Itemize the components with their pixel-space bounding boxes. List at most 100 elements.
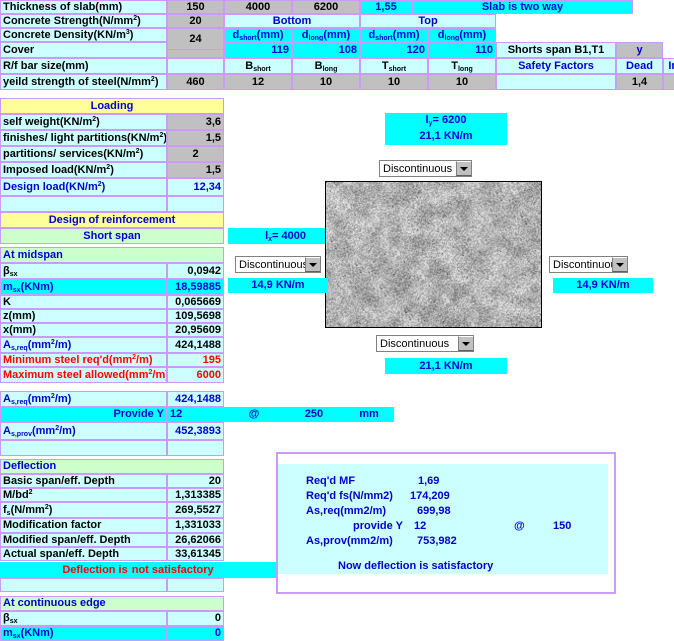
label-self-weight: self weight(KN/m2): [0, 114, 167, 130]
value-text: 4000: [245, 0, 271, 13]
label-reqd-fs: Req'd fs(N/mm2): [306, 490, 393, 502]
label-z-midspan: z(mm): [0, 309, 167, 323]
input-imposed-factor[interactable]: 1,6: [663, 74, 674, 90]
status-deflection-now: Now deflection is satisfactory: [338, 560, 494, 572]
label-thickness-of-slab: Thickness of slab(mm): [0, 0, 167, 14]
chevron-down-icon[interactable]: [305, 257, 320, 272]
spacer-row-after-as-prov-value: [167, 440, 224, 456]
status-text: not satisfactory: [131, 563, 214, 576]
header-text: Bottom: [272, 14, 312, 27]
section-header-at-continuous-edge: At continuous edge: [0, 596, 224, 611]
label-partitions-services: partitions/ services(KN/m2): [0, 146, 167, 162]
value-text: 460: [186, 75, 205, 88]
label-imposed-load: Imposed load(KN/m2): [0, 162, 167, 178]
dropdown-edge-left[interactable]: Discontinuous: [235, 256, 321, 273]
label-provide-unit-midspan: mm: [344, 407, 394, 422]
label-as-req-final-midspan: As,req(mm2/m): [0, 391, 167, 407]
value-modification-factor: 1,331033: [167, 518, 224, 533]
label-text: As,prov(mm2/m): [3, 424, 76, 438]
spacer-row-after-deflection-value: [167, 578, 224, 592]
value-text: 26,62066: [175, 533, 221, 546]
value-text: 18,59885: [175, 280, 221, 293]
header-text: Bshort: [245, 59, 271, 73]
label-text: Basic span/eff. Depth: [3, 474, 115, 487]
value-text: 0: [214, 627, 221, 639]
header-text: Short span: [83, 229, 141, 242]
value-text: 10: [387, 75, 401, 88]
input-lx-span[interactable]: 4000: [224, 0, 292, 14]
input-concrete-density[interactable]: 24: [167, 28, 224, 50]
deflection-check-panel: Req'd MF 1,69 Req'd fs(N/mm2) 174,209 As…: [276, 452, 616, 594]
input-thickness-of-slab[interactable]: 150: [167, 0, 224, 14]
section-header-short-span: Short span: [0, 228, 224, 244]
value-right-load: 14,9 KN/m: [553, 278, 653, 293]
value-beta-sx-midspan: 0,0942: [167, 263, 224, 279]
input-cover[interactable]: [167, 50, 224, 58]
label-modification-factor: Modification factor: [0, 518, 167, 533]
chevron-down-icon[interactable]: [458, 336, 473, 351]
value-d-short-top: 120: [360, 42, 428, 58]
header-text: dlong(mm): [437, 28, 487, 42]
dropdown-edge-bottom[interactable]: Discontinuous: [376, 335, 474, 352]
input-t-long-size[interactable]: 10: [428, 74, 496, 90]
label-yield-strength: yeild strength of steel(N/mm2): [0, 74, 167, 90]
label-maximum-steel-allowed: Maximum steel allowed(mm2/m): [0, 367, 167, 383]
value-text: 24: [189, 32, 202, 45]
value-text: 108: [338, 43, 357, 56]
input-finishes-light-partitions[interactable]: 1,5: [167, 130, 224, 146]
label-fs-stress: fs(N/mm2): [0, 502, 167, 518]
input-shorts-span-value[interactable]: y: [616, 42, 663, 58]
label-text: Concrete Density(KN/m3): [3, 28, 134, 41]
dropdown-edge-right[interactable]: Discontinuous: [549, 256, 628, 273]
input-ly-span[interactable]: 6200: [292, 0, 360, 14]
header-text: At midspan: [3, 248, 63, 261]
value-text: 250: [304, 408, 324, 420]
section-header-deflection: Deflection: [0, 459, 224, 474]
label-text: Design load(KN/m2): [3, 180, 106, 193]
dropdown-edge-top[interactable]: Discontinuous: [379, 160, 472, 177]
header-text: Design of reinforcement: [48, 213, 176, 226]
input-b-short-size[interactable]: 12: [224, 74, 292, 90]
input-t-short-size[interactable]: 10: [360, 74, 428, 90]
chevron-down-icon[interactable]: [612, 257, 627, 272]
value-text: 20,95609: [175, 323, 221, 336]
value-reqd-fs: 174,209: [410, 490, 450, 502]
value-text: 1,4: [631, 75, 648, 88]
label-reqd-mf: Req'd MF: [306, 475, 356, 487]
header-d-long-top: dlong(mm): [428, 28, 496, 42]
input-yield-strength[interactable]: 460: [167, 74, 224, 90]
input-provide-bar-size-midspan[interactable]: 12: [167, 407, 224, 422]
section-header-at-midspan: At midspan: [0, 247, 224, 263]
label-text: fs(N/mm2): [3, 503, 53, 517]
spacer-row-after-as-prov: [0, 440, 167, 456]
input-b-long-size[interactable]: 10: [292, 74, 360, 90]
slab-diagram-canvas: [326, 182, 541, 327]
header-text: Tshort: [381, 59, 407, 73]
header-d-short-top: dshort(mm): [360, 28, 428, 42]
cell-rf-bar-blank: [167, 58, 224, 74]
value-as-req-midspan: 424,1488: [167, 337, 224, 353]
input-imposed-load[interactable]: 1,5: [167, 162, 224, 178]
label-text: R/f bar size(mm): [3, 59, 89, 72]
value-as-prov-midspan: 452,3893: [167, 422, 224, 440]
label-text: mm: [359, 408, 379, 420]
dropdown-edge-left-label: Discontinuous: [239, 258, 305, 271]
label-text: partitions/ services(KN/m2): [3, 147, 144, 160]
header-text: Top: [418, 14, 438, 27]
header-safety-factors: Safety Factors: [496, 58, 616, 74]
label-beta-sx-continuous: βsx: [0, 611, 167, 626]
label-as-req-midspan: As,req(mm2/m): [0, 337, 167, 353]
label-provide-at-deflection: @: [514, 520, 525, 532]
input-dead-factor[interactable]: 1,4: [616, 74, 663, 90]
value-text: 424,1488: [175, 392, 221, 405]
label-text: K: [3, 295, 11, 308]
header-text: dlong(mm): [301, 28, 351, 42]
value-fs-stress: 269,5527: [167, 502, 224, 518]
header-bottom-steel: Bottom: [224, 14, 360, 28]
input-partitions-services[interactable]: 2: [167, 146, 224, 162]
input-concrete-strength[interactable]: 20: [167, 14, 224, 28]
chevron-down-icon[interactable]: [456, 161, 471, 176]
header-text: Safety Factors: [518, 59, 594, 72]
input-provide-spacing-midspan[interactable]: 250: [284, 407, 344, 422]
value-basic-span-eff-depth: 20: [167, 474, 224, 488]
